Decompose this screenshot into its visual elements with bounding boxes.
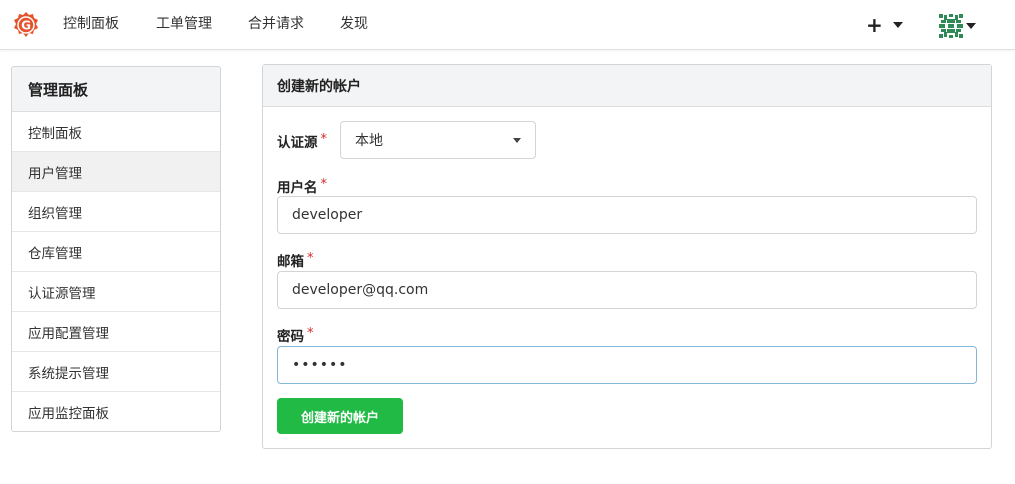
sidebar-item-users[interactable]: 用户管理 [12, 152, 220, 192]
password-label: 密码 * [277, 326, 314, 345]
sidebar-title: 管理面板 [12, 67, 220, 112]
email-label: 邮箱 * [277, 251, 314, 270]
sidebar-item-repositories[interactable]: 仓库管理 [12, 232, 220, 272]
email-value: developer@qq.com [292, 282, 429, 298]
admin-sidebar: 管理面板 控制面板 用户管理 组织管理 仓库管理 认证源管理 应用配置管理 系统… [11, 66, 221, 432]
password-value: •••••• [292, 357, 348, 373]
sidebar-item-label: 应用配置管理 [28, 325, 109, 342]
create-account-button[interactable]: 创建新的帐户 [277, 398, 403, 434]
sidebar-item-label: 应用监控面板 [28, 406, 109, 422]
required-mark: * [307, 326, 314, 341]
required-mark: * [320, 132, 328, 147]
top-navbar: G 控制面板 工单管理 合并请求 发现 + [0, 0, 1015, 50]
sidebar-item-label: 仓库管理 [28, 245, 82, 262]
chevron-down-icon [966, 23, 976, 29]
username-input[interactable]: developer [277, 196, 977, 234]
svg-text:G: G [21, 19, 31, 33]
nav-explore[interactable]: 发现 [340, 16, 368, 33]
create-account-panel: 创建新的帐户 认证源 * 本地 用户名 * developer 邮箱 * develo… [262, 64, 992, 449]
nav-dashboard[interactable]: 控制面板 [63, 16, 119, 33]
password-input[interactable]: •••••• [277, 346, 977, 384]
chevron-down-icon [892, 22, 903, 28]
email-input[interactable]: developer@qq.com [277, 271, 977, 309]
sidebar-item-label: 控制面板 [28, 125, 82, 142]
user-menu[interactable] [938, 12, 976, 40]
sidebar-item-dashboard[interactable]: 控制面板 [12, 112, 220, 152]
required-mark: * [307, 251, 314, 266]
plus-icon: + [866, 13, 883, 37]
username-value: developer [292, 207, 363, 223]
username-label: 用户名 * [277, 177, 328, 196]
auth-source-value: 本地 [355, 133, 383, 149]
sidebar-item-label: 组织管理 [28, 205, 82, 222]
nav-issues[interactable]: 工单管理 [156, 16, 212, 33]
sidebar-item-config[interactable]: 应用配置管理 [12, 312, 220, 352]
identicon-avatar-icon [938, 13, 964, 39]
panel-title: 创建新的帐户 [263, 65, 991, 107]
sidebar-item-label: 认证源管理 [28, 285, 96, 302]
sidebar-item-notices[interactable]: 系统提示管理 [12, 352, 220, 392]
required-mark: * [320, 177, 328, 192]
create-new-menu[interactable]: + [866, 13, 903, 37]
sidebar-item-label: 用户管理 [28, 165, 82, 182]
nav-pull-requests[interactable]: 合并请求 [248, 16, 304, 33]
dropdown-caret-icon [513, 138, 521, 143]
gitea-logo-icon[interactable]: G [12, 11, 40, 39]
sidebar-item-auth-sources[interactable]: 认证源管理 [12, 272, 220, 312]
auth-source-label: 认证源 * [277, 132, 328, 151]
sidebar-item-label: 系统提示管理 [28, 365, 109, 382]
sidebar-item-organizations[interactable]: 组织管理 [12, 192, 220, 232]
auth-source-select[interactable]: 本地 [340, 121, 536, 159]
sidebar-item-monitor[interactable]: 应用监控面板 [12, 392, 220, 431]
